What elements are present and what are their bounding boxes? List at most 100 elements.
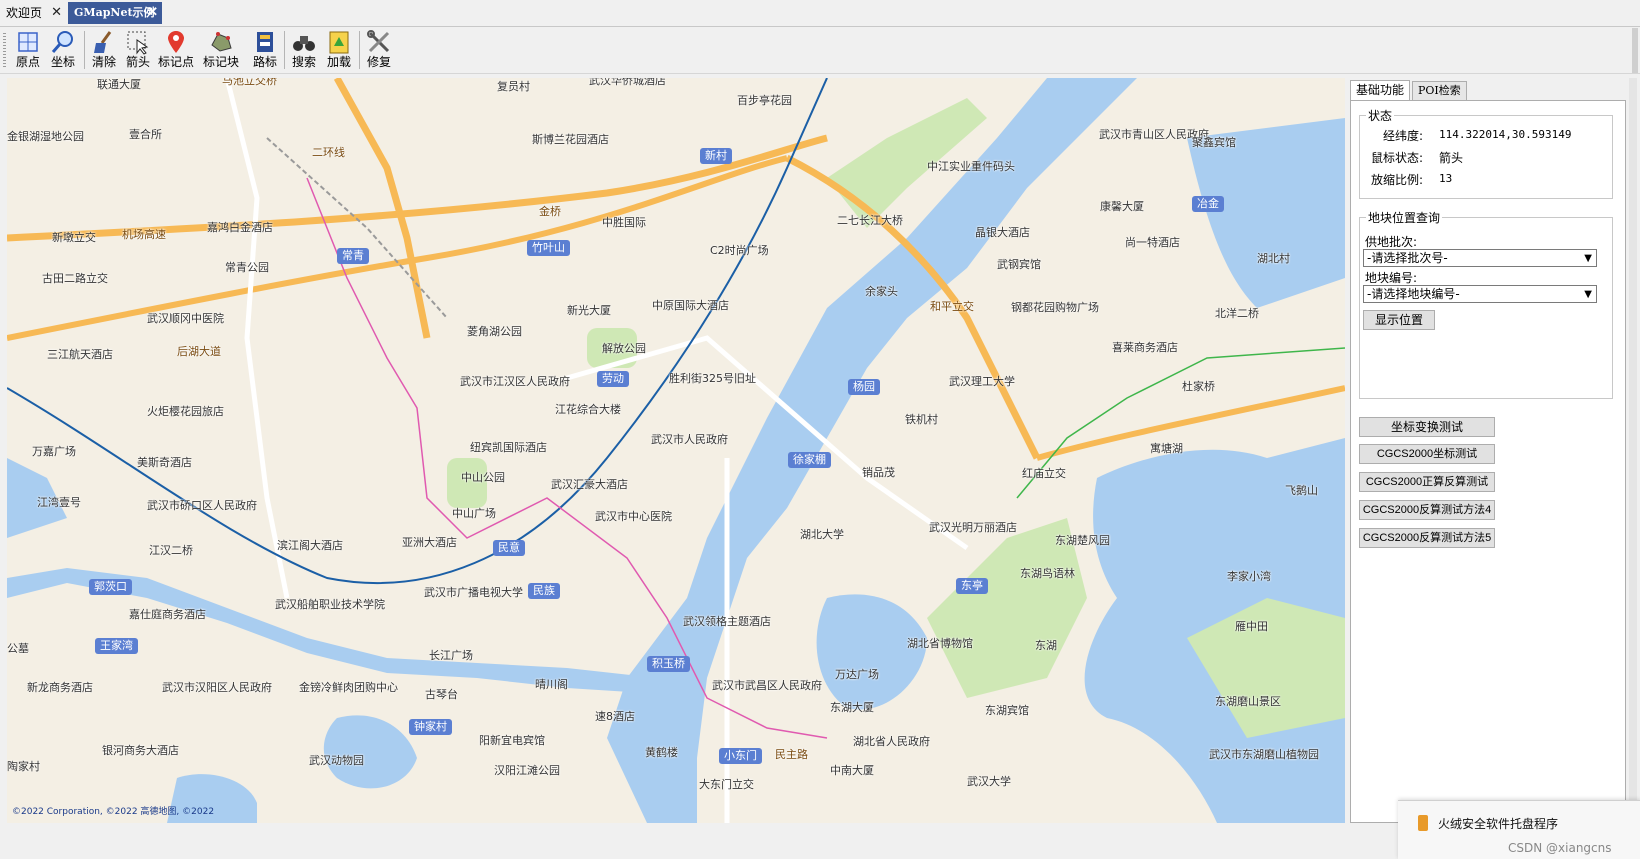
- coordinate-button[interactable]: 坐标: [45, 28, 81, 72]
- cgcs2000-coord-test-button[interactable]: CGCS2000坐标测试: [1359, 444, 1495, 464]
- hanxi-road: [224, 78, 290, 599]
- tab-poi-search[interactable]: POI检索: [1412, 81, 1467, 101]
- tools-icon: [367, 30, 390, 53]
- tray-notification[interactable]: 火绒安全软件托盘程序 CSDN @xiangcns: [1398, 800, 1640, 859]
- moon-lake: [323, 715, 417, 789]
- metro-station-label: 新村: [700, 148, 732, 164]
- map-label: 民主路: [775, 748, 808, 761]
- toolbar-separator: [359, 31, 360, 69]
- map-canvas[interactable]: 联通大厦 马池立交桥 复员村 武汉华侨城酒店 百步亭花园 金银湖湿地公园 壹合所…: [7, 78, 1345, 823]
- search-button[interactable]: 搜索: [286, 28, 322, 72]
- cgcs2000-forward-inverse-test-button[interactable]: CGCS2000正算反算测试: [1359, 472, 1495, 492]
- map-label: 晶银大酒店: [975, 226, 1030, 239]
- map-label: 晴川阁: [535, 678, 568, 691]
- map-label: 武汉光明万丽酒店: [929, 521, 1017, 534]
- map-label: 湖北村: [1257, 252, 1290, 265]
- cgcs2000-inverse-method4-button[interactable]: CGCS2000反算测试方法4: [1359, 500, 1495, 520]
- tab-basic-functions[interactable]: 基础功能: [1350, 80, 1411, 101]
- repair-button[interactable]: 修复: [361, 28, 397, 72]
- metro-station-label: 徐家棚: [788, 452, 831, 468]
- map-label: 黄鹤楼: [645, 746, 678, 759]
- map-copyright: ©2022 Corporation, ©2022 高德地图, ©2022: [12, 807, 215, 817]
- map-label: 银河商务大酒店: [102, 744, 179, 757]
- chevron-down-icon: ▼: [1584, 253, 1592, 264]
- clear-button-label: 清除: [91, 55, 116, 69]
- mouse-state-value: 箭头: [1439, 151, 1464, 165]
- tab-gmapnet[interactable]: GMapNet示例 ✕: [68, 2, 162, 24]
- huanle-road: [1036, 385, 1345, 461]
- tab-welcome[interactable]: 欢迎页 ✕: [0, 2, 66, 24]
- map-label: 寓塘湖: [1150, 442, 1183, 455]
- tab-welcome-label: 欢迎页: [6, 6, 43, 20]
- show-location-button[interactable]: 显示位置: [1363, 310, 1435, 330]
- map-label: 机场高速: [122, 228, 166, 241]
- map-label: 李家小湾: [1227, 570, 1271, 583]
- map-label: 销品茂: [862, 466, 895, 479]
- coord-transform-test-button[interactable]: 坐标变换测试: [1359, 417, 1495, 437]
- toolbar-grip[interactable]: [3, 33, 6, 67]
- mark-point-button-label: 标记点: [158, 55, 195, 69]
- map-label: 红庙立交: [1022, 467, 1066, 480]
- mark-block-button-label: 标记块: [203, 55, 240, 69]
- signpost-button[interactable]: 路标: [247, 28, 283, 72]
- map-label: 武汉市人民政府: [651, 433, 728, 446]
- origin-button-label: 原点: [15, 55, 40, 69]
- arrow-button-label: 箭头: [125, 55, 150, 69]
- map-label: 二七长江大桥: [837, 214, 903, 227]
- close-icon[interactable]: ✕: [147, 2, 158, 24]
- zoom-value: 13: [1439, 172, 1453, 185]
- search-icon: [51, 31, 73, 53]
- arrow-select-icon: [127, 31, 149, 55]
- toolbar-separator: [284, 31, 285, 69]
- metro-station-label: 常青: [337, 248, 369, 264]
- map-label: 武汉船舶职业技术学院: [275, 598, 385, 611]
- map-label: 武汉动物园: [309, 754, 364, 767]
- parcel-code-select-value: -请选择地块编号-: [1367, 287, 1460, 301]
- map-label: 武汉市硚口区人民政府: [147, 499, 257, 512]
- map-label: 湖北省博物馆: [907, 637, 973, 650]
- parcel-query-legend: 地块位置查询: [1368, 211, 1441, 225]
- coord-value: 114.322014,30.593149: [1439, 128, 1572, 141]
- map-label: 聚鑫宾馆: [1192, 136, 1236, 149]
- parcel-code-select[interactable]: -请选择地块编号- ▼: [1363, 285, 1597, 303]
- map-label: 金镑冷鲜肉团购中心: [299, 681, 398, 694]
- origin-icon: [18, 32, 38, 52]
- panel-body: 状态 经纬度: 114.322014,30.593149 鼠标状态: 箭头 放缩…: [1350, 100, 1626, 823]
- map-label: 嘉鸿白金酒店: [207, 221, 273, 234]
- map-label: 江湾壹号: [37, 496, 81, 509]
- map-label: 菱角湖公园: [467, 325, 522, 338]
- map-label: 杜家桥: [1182, 380, 1215, 393]
- panel-tab-bar: 基础功能 POI检索: [1350, 80, 1626, 101]
- map-label: 长江广场: [429, 649, 473, 662]
- zoom-label: 放缩比例:: [1371, 173, 1424, 187]
- map-label: 公墓: [7, 642, 29, 655]
- batch-select[interactable]: -请选择批次号- ▼: [1363, 249, 1597, 267]
- map-vertical-scrollbar[interactable]: [1629, 78, 1637, 823]
- parcel-code-label: 地块编号:: [1365, 271, 1418, 285]
- map-label: 联通大厦: [97, 78, 141, 91]
- clear-button[interactable]: 清除: [86, 28, 122, 72]
- map-label: 武钢宾馆: [997, 258, 1041, 271]
- mark-block-button[interactable]: 标记块: [203, 28, 239, 72]
- repair-button-label: 修复: [366, 55, 391, 69]
- map-label: 大东门立交: [699, 778, 754, 791]
- map-label: 美斯奇酒店: [137, 456, 192, 469]
- toolbar-scrollbar[interactable]: [1632, 28, 1638, 73]
- metro-station-label: 民意: [493, 540, 525, 556]
- origin-button[interactable]: 原点: [10, 28, 46, 72]
- metro-station-label: 郭茨口: [89, 579, 132, 595]
- map-label: 后湖大道: [177, 345, 221, 358]
- load-button[interactable]: 加载: [321, 28, 357, 72]
- map-label: 陶家村: [7, 760, 40, 773]
- metro-station-label: 东亭: [956, 578, 988, 594]
- close-icon[interactable]: ✕: [51, 2, 62, 24]
- notification-title: 火绒安全软件托盘程序: [1438, 817, 1559, 831]
- cgcs2000-inverse-method5-button[interactable]: CGCS2000反算测试方法5: [1359, 528, 1495, 548]
- map-label: 古琴台: [425, 688, 458, 701]
- map-label: 中山广场: [452, 507, 496, 520]
- mark-point-button[interactable]: 标记点: [158, 28, 194, 72]
- metro-station-label: 竹叶山: [527, 240, 570, 256]
- map-label: 武汉华侨城酒店: [589, 78, 666, 87]
- document-tab-bar: 欢迎页 ✕ GMapNet示例 ✕: [0, 0, 1640, 27]
- arrow-button[interactable]: 箭头: [120, 28, 156, 72]
